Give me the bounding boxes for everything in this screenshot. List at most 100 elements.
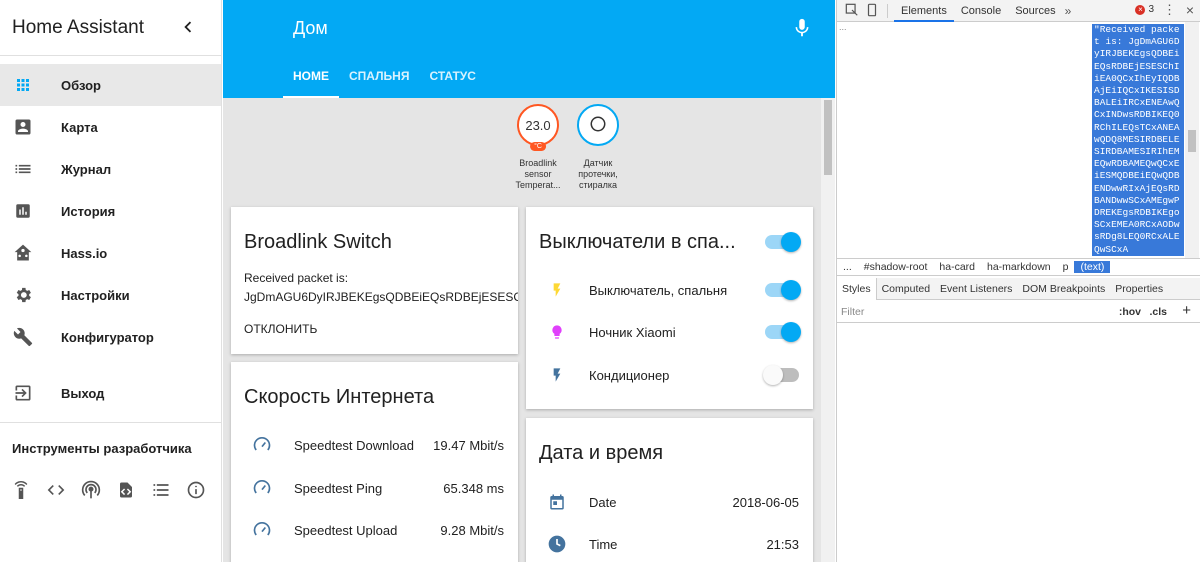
badge-label: Broadlink sensor Temperat... — [515, 158, 561, 190]
sensor-label: Speedtest Upload — [294, 522, 398, 538]
sidebar: Home Assistant Обзор Карта Журнал Истори… — [0, 0, 222, 562]
sidebar-item-logout[interactable]: Выход — [0, 372, 221, 414]
tab-status[interactable]: СТАТУС — [419, 64, 485, 98]
device-toolbar-icon[interactable] — [865, 3, 881, 19]
badge-value: 23.0 — [525, 117, 551, 133]
sensor-value: 65.348 ms — [443, 480, 504, 496]
error-icon: × — [1135, 4, 1146, 15]
sidebar-item-settings[interactable]: Настройки — [0, 274, 221, 316]
elements-tree: ... "Received packet is: JgDmAGU6DyIRJBE… — [837, 22, 1200, 258]
sidebar-item-hassio[interactable]: Hass.io — [0, 232, 221, 274]
sidebar-item-configurator[interactable]: Конфигуратор — [0, 316, 221, 358]
breadcrumb-item[interactable]: #shadow-root — [858, 261, 934, 273]
tab-computed[interactable]: Computed — [877, 278, 935, 300]
broadcast-icon[interactable] — [80, 479, 102, 501]
scrollbar-thumb[interactable] — [1188, 130, 1196, 152]
cls-toggle[interactable]: .cls — [1149, 306, 1167, 318]
filter-input[interactable]: Filter — [841, 306, 864, 318]
tab-bedroom[interactable]: СПАЛЬНЯ — [339, 64, 419, 98]
exit-icon — [12, 382, 34, 404]
sensor-label: Speedtest Download — [294, 437, 414, 453]
breadcrumb-item[interactable]: ha-card — [933, 261, 981, 273]
sensor-row[interactable]: Time 21:53 — [526, 524, 813, 562]
developer-tools-title: Инструменты разработчика — [12, 441, 192, 456]
app-toolbar: Дом HOME СПАЛЬНЯ СТАТУС — [223, 0, 835, 98]
sensor-label: Time — [589, 536, 618, 552]
more-tabs-icon[interactable]: » — [1065, 4, 1072, 18]
card-title: Выключатели в спа... — [539, 231, 736, 253]
card-title: Дата и время — [539, 442, 664, 464]
sidebar-item-label: Журнал — [61, 161, 112, 177]
switch-label: Кондиционер — [589, 367, 670, 383]
tab-event-listeners[interactable]: Event Listeners — [935, 278, 1017, 300]
tab-elements[interactable]: Elements — [894, 0, 954, 22]
sidebar-item-overview[interactable]: Обзор — [0, 64, 221, 106]
error-counter[interactable]: × 3 — [1135, 4, 1154, 15]
chevron-left-icon[interactable] — [177, 16, 199, 38]
circle-outline-icon — [589, 115, 607, 136]
tab-home[interactable]: HOME — [283, 64, 339, 98]
elements-scrollbar[interactable] — [1185, 22, 1199, 258]
tab-console[interactable]: Console — [954, 0, 1008, 22]
devtools-tabbar: Elements Console Sources » × 3 ⋮ × — [837, 0, 1200, 22]
app-title: Home Assistant — [12, 16, 144, 38]
sensor-value: 9.28 Mbit/s — [440, 522, 504, 538]
chart-icon — [12, 200, 34, 222]
switch-row: Выключатель, спальня — [526, 270, 813, 310]
switch-toggle[interactable] — [763, 365, 799, 385]
sensor-row[interactable]: Speedtest Ping 65.348 ms — [231, 468, 518, 508]
devtools-panel: Elements Console Sources » × 3 ⋮ × ... "… — [836, 0, 1200, 562]
ellipsis-marker[interactable]: ... — [839, 22, 847, 32]
sensor-row[interactable]: Speedtest Upload 9.28 Mbit/s — [231, 510, 518, 550]
badge-label: Датчик протечки, стиралка — [578, 158, 618, 190]
code-icon[interactable] — [45, 479, 67, 501]
breadcrumb-item[interactable]: p — [1057, 261, 1075, 273]
group-toggle[interactable] — [765, 232, 801, 252]
dismiss-button[interactable]: ОТКЛОНИТЬ — [244, 322, 317, 336]
breadcrumb-item[interactable]: ha-markdown — [981, 261, 1057, 273]
close-icon[interactable]: × — [1186, 2, 1194, 18]
tab-dom-breakpoints[interactable]: DOM Breakpoints — [1017, 278, 1110, 300]
sidebar-item-map[interactable]: Карта — [0, 106, 221, 148]
temperature-badge[interactable]: 23.0 °C Broadlink sensor Temperat... — [513, 104, 563, 191]
sensor-row[interactable]: Speedtest Download 19.47 Mbit/s — [231, 425, 518, 465]
styles-filter-bar: Filter :hov .cls + — [837, 301, 1200, 323]
tab-sources[interactable]: Sources — [1008, 0, 1062, 22]
info-icon[interactable] — [185, 479, 207, 501]
main-scrollbar[interactable] — [821, 98, 835, 562]
tab-styles[interactable]: Styles — [837, 277, 877, 300]
toggle-knob — [763, 365, 783, 385]
hassio-icon — [12, 242, 34, 264]
sensor-value: 21:53 — [766, 536, 799, 552]
view-tabs: HOME СПАЛЬНЯ СТАТУС — [283, 64, 486, 98]
page-title: Дом — [293, 18, 328, 38]
sidebar-item-history[interactable]: История — [0, 190, 221, 232]
breadcrumb-item[interactable]: ... — [837, 261, 858, 273]
toggle-knob — [781, 322, 801, 342]
switch-toggle[interactable] — [765, 280, 801, 300]
broadlink-card: Broadlink Switch Received packet is: JgD… — [231, 207, 518, 354]
developer-tools-icons — [0, 479, 221, 501]
toggle-knob — [781, 232, 801, 252]
switch-toggle[interactable] — [765, 322, 801, 342]
badges-row: 23.0 °C Broadlink sensor Temperat... Дат… — [513, 104, 623, 191]
breadcrumb-item-selected[interactable]: (text) — [1074, 261, 1111, 273]
badge-circle: 23.0 °C — [517, 104, 559, 151]
scrollbar-thumb[interactable] — [824, 100, 832, 175]
leak-sensor-badge[interactable]: Датчик протечки, стиралка — [573, 104, 623, 191]
sensor-row[interactable]: Date 2018-06-05 — [526, 482, 813, 522]
remote-icon[interactable] — [10, 479, 32, 501]
hov-toggle[interactable]: :hov — [1119, 306, 1141, 318]
inspect-icon[interactable] — [845, 3, 861, 19]
kebab-menu-icon[interactable]: ⋮ — [1163, 2, 1176, 18]
template-icon[interactable] — [150, 479, 172, 501]
switch-row: Кондиционер — [526, 355, 813, 395]
selected-text-node[interactable]: "Received packet is: JgDmAGU6DyIRJBEKEgs… — [1092, 24, 1184, 256]
add-rule-button[interactable]: + — [1182, 302, 1191, 319]
sidebar-item-logbook[interactable]: Журнал — [0, 148, 221, 190]
tab-properties[interactable]: Properties — [1110, 278, 1168, 300]
speedometer-icon — [251, 519, 273, 541]
switch-label: Выключатель, спальня — [589, 282, 728, 298]
file-code-icon[interactable] — [115, 479, 137, 501]
microphone-icon[interactable] — [791, 17, 813, 39]
